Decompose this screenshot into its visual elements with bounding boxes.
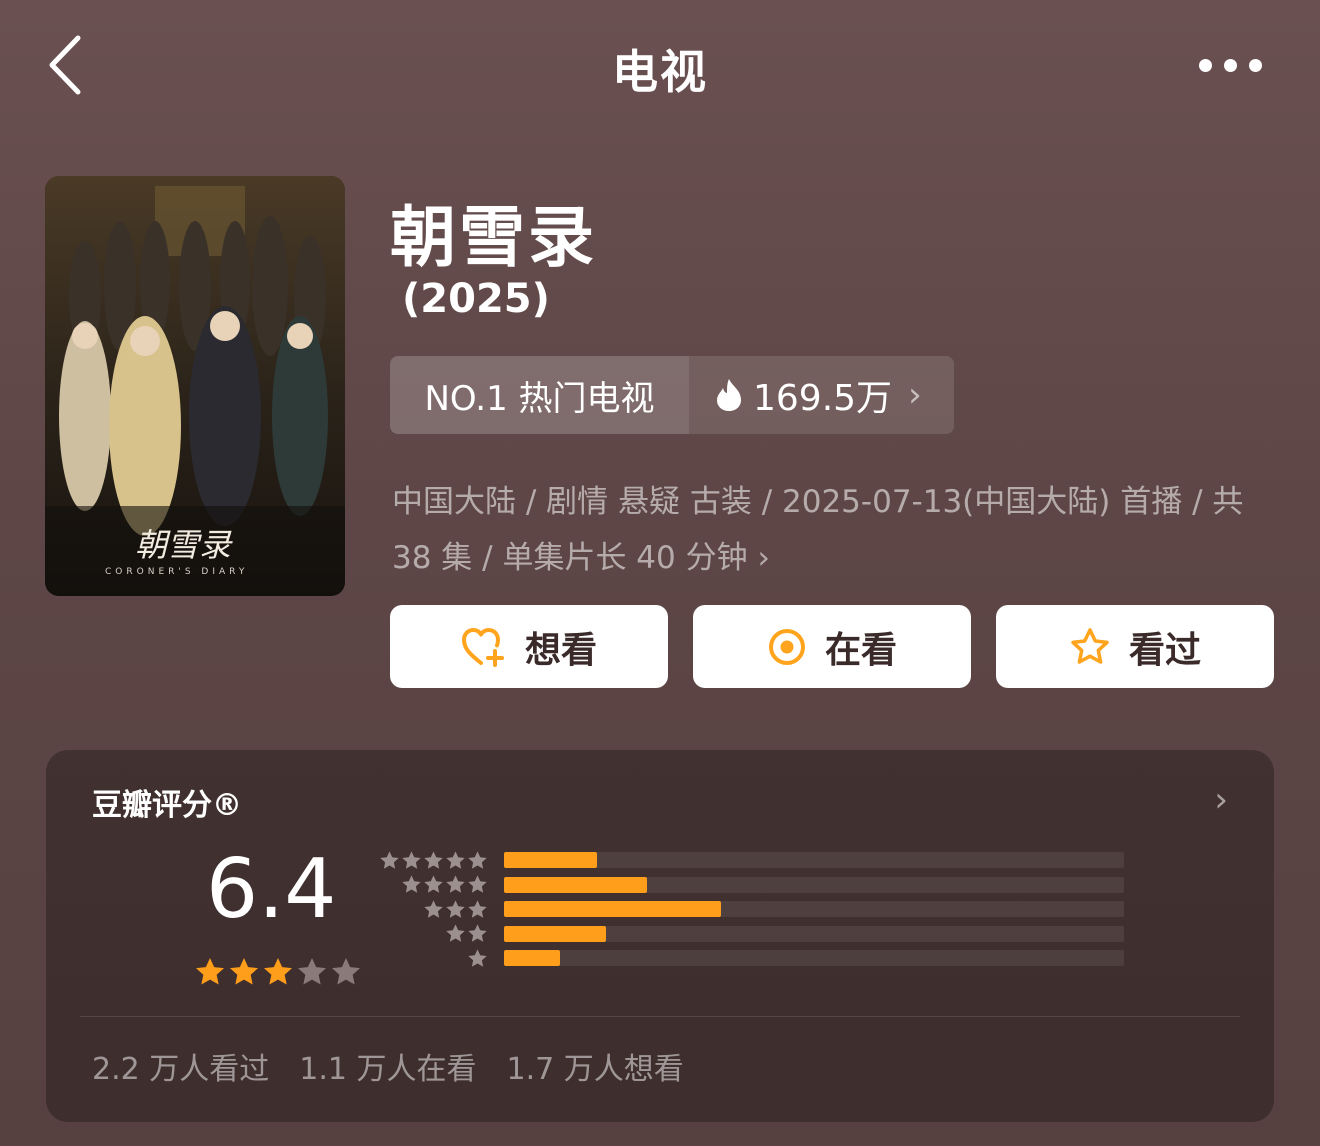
- rating-score: 6.4: [206, 842, 337, 937]
- distribution-track: [504, 876, 1124, 893]
- page-title: 电视: [612, 45, 708, 99]
- rating-counts: 2.2 万人看过 1.1 万人在看 1.7 万人想看: [92, 1044, 684, 1088]
- meta-line-2: 38 集 / 单集片长 40 分钟 ›: [392, 540, 770, 576]
- meta-line-1: 中国大陆 / 剧情 悬疑 古装 / 2025-07-13(中国大陆) 首播 / …: [392, 484, 1244, 520]
- heat-value: 169.5万: [753, 378, 893, 419]
- ranking-bar: NO.1 热门电视 169.5万 ›: [390, 356, 954, 434]
- star-filled-icon: [196, 958, 224, 985]
- distribution-track: [504, 950, 1124, 967]
- distribution-bar: [504, 901, 721, 918]
- distribution-row: [376, 922, 1124, 947]
- watched-label: 看过: [1128, 629, 1201, 671]
- star-filled-icon: [264, 958, 292, 985]
- svg-text:朝雪录: 朝雪录: [135, 526, 233, 564]
- more-dots-icon: [1198, 58, 1212, 72]
- star-icon: [446, 851, 465, 869]
- star-icon: [468, 900, 487, 918]
- star-icon: [424, 875, 443, 893]
- action-buttons: 想看 在看 看过: [390, 605, 1274, 688]
- star-icon: [424, 900, 443, 918]
- distribution-bar: [504, 925, 607, 942]
- watching-button[interactable]: 在看: [693, 605, 971, 688]
- poster-artwork: 朝雪录 CORONER'S DIARY: [45, 176, 345, 596]
- heart-plus-icon: [461, 627, 504, 667]
- show-year: (2025): [402, 276, 550, 322]
- distribution-star-label: [376, 923, 488, 944]
- star-icon: [402, 851, 421, 869]
- target-circle-icon: [768, 628, 805, 665]
- star-icon: [380, 851, 399, 869]
- distribution-row: [376, 946, 1124, 971]
- show-meta[interactable]: 中国大陆 / 剧情 悬疑 古装 / 2025-07-13(中国大陆) 首播 / …: [392, 474, 1282, 586]
- show-title: 朝雪录: [390, 199, 597, 276]
- flame-icon: [717, 379, 741, 411]
- star-icon: [402, 875, 421, 893]
- rating-card[interactable]: 豆瓣评分® › 6.4 2.2 万人看过 1.1 万人在看 1.7 万人想看: [46, 750, 1274, 1122]
- distribution-row: [376, 848, 1124, 873]
- watched-count: 2.2 万人看过: [92, 1052, 270, 1087]
- star-outline-icon: [1071, 627, 1109, 664]
- poster-image[interactable]: 朝雪录 CORONER'S DIARY: [45, 176, 345, 596]
- distribution-bar: [504, 852, 597, 869]
- star-empty-icon: [332, 958, 360, 985]
- star-icon: [468, 949, 487, 967]
- want-to-watch-button[interactable]: 想看: [390, 605, 668, 688]
- want-count: 1.7 万人想看: [506, 1052, 684, 1087]
- star-icon: [446, 875, 465, 893]
- distribution-track: [504, 901, 1124, 918]
- chevron-right-icon[interactable]: ›: [1214, 780, 1228, 820]
- star-icon: [446, 924, 465, 942]
- distribution-star-label: [376, 899, 488, 920]
- watching-label: 在看: [824, 629, 897, 671]
- chevron-right-icon: ›: [908, 375, 922, 415]
- want-to-watch-label: 想看: [524, 629, 597, 671]
- star-icon: [446, 900, 465, 918]
- watched-button[interactable]: 看过: [996, 605, 1274, 688]
- star-filled-icon: [230, 958, 258, 985]
- distribution-row: [376, 873, 1124, 898]
- distribution-star-label: [376, 850, 488, 871]
- top-bar: 电视: [0, 0, 1320, 130]
- rating-title: 豆瓣评分®: [92, 788, 242, 823]
- star-empty-icon: [298, 958, 326, 985]
- star-icon: [468, 851, 487, 869]
- more-button[interactable]: [1192, 50, 1268, 80]
- rating-distribution: [376, 848, 1124, 971]
- star-icon: [424, 851, 443, 869]
- rank-label[interactable]: NO.1 热门电视: [390, 356, 689, 434]
- distribution-star-label: [376, 948, 488, 969]
- distribution-track: [504, 852, 1124, 869]
- distribution-row: [376, 897, 1124, 922]
- divider: [80, 1016, 1240, 1017]
- chevron-right-icon: ›: [757, 540, 770, 576]
- rating-stars: [194, 956, 362, 988]
- heat-link[interactable]: 169.5万 ›: [689, 356, 954, 434]
- star-icon: [468, 924, 487, 942]
- distribution-bar: [504, 876, 647, 893]
- watching-count: 1.1 万人在看: [299, 1052, 477, 1087]
- distribution-star-label: [376, 874, 488, 895]
- distribution-track: [504, 925, 1124, 942]
- distribution-bar: [504, 950, 560, 967]
- star-icon: [468, 875, 487, 893]
- svg-text:CORONER'S DIARY: CORONER'S DIARY: [105, 567, 248, 577]
